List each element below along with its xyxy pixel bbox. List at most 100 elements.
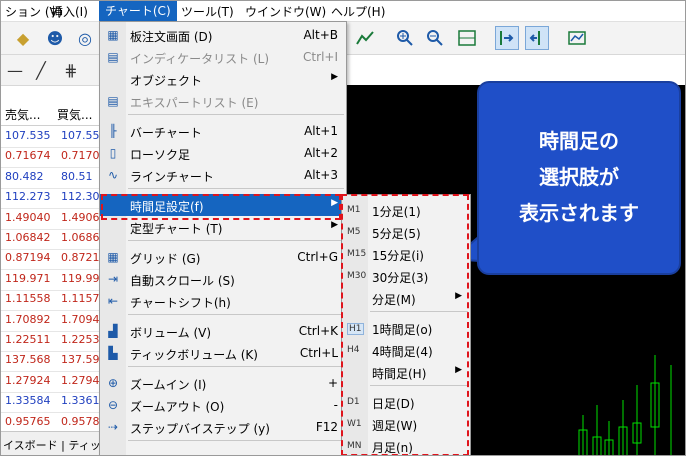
trendline-icon[interactable]: ╱: [29, 58, 53, 82]
buy-price: 137.59: [61, 353, 100, 367]
buy-price: 107.55: [61, 129, 100, 142]
tick-volume-icon: ▙: [108, 346, 118, 360]
drawing-toolbar: — ╱ ⋕: [1, 55, 101, 86]
callout-bubble: 時間足の 選択肢が 表示されます: [477, 81, 681, 275]
sell-price: 1.06842: [5, 231, 51, 244]
chart-menu-item[interactable]: ▙ ティックボリューム (K) Ctrl+L: [100, 342, 346, 364]
chart-menu-item-label: オブジェクト: [130, 74, 203, 88]
line-chart-icon: ∿: [107, 168, 119, 182]
chart-menu-item[interactable]: ▯ ローソク足 Alt+2: [100, 142, 346, 164]
chart-menu-item-label: チャートシフト(h): [130, 296, 231, 310]
menu-window[interactable]: ウインドウ(W): [245, 3, 326, 20]
zoom-out-icon[interactable]: [423, 26, 447, 50]
chart-menu-item[interactable]: ⊖ ズームアウト (O) -: [100, 394, 346, 416]
market-watch-tabs[interactable]: イスボード | ティック: [1, 431, 101, 455]
chart-menu-item-shortcut: Ctrl+G: [297, 250, 338, 264]
chart-menu-item-label: インディケータリスト (L): [130, 52, 270, 66]
buy-price: 1.3361: [61, 394, 100, 408]
chart-menu-item-shortcut: Alt+1: [304, 124, 338, 138]
bar-chart-icon: ╟: [109, 124, 117, 138]
tile-windows-icon[interactable]: [455, 26, 479, 50]
buy-price: 1.4906: [61, 210, 100, 224]
sell-price: 1.27924: [5, 373, 51, 387]
chart-menu-item-label: ラインチャート: [130, 170, 214, 184]
chart-menu-item: ▤ インディケータリスト (L) Ctrl+I: [100, 46, 346, 68]
chart-menu-item[interactable]: ∿ ラインチャート Alt+3: [100, 164, 346, 186]
market-watch-tabs-label[interactable]: イスボード | ティック: [3, 437, 101, 455]
sell-price: 107.535: [5, 129, 51, 142]
crosshair-icon[interactable]: —: [3, 58, 27, 82]
menu-separator: [128, 366, 344, 367]
sell-column-header[interactable]: 売気...: [5, 106, 40, 123]
app-window: ション (V) 挿入(I) チャート(C) ツール(T) ウインドウ(W) ヘル…: [0, 0, 686, 456]
buy-price: 0.9578: [61, 414, 100, 428]
menu-help[interactable]: ヘルプ(H): [331, 3, 385, 20]
buy-column-header[interactable]: 買気...: [57, 106, 92, 123]
buy-price: 1.1157: [61, 292, 100, 306]
chart-menu-item-label: ボリューム (V): [130, 326, 212, 340]
buy-price: 0.8721: [61, 251, 100, 265]
sell-price: 1.49040: [5, 210, 51, 224]
chart-menu-item[interactable]: ⇢ ステップバイステップ (y) F12: [100, 416, 346, 438]
buy-price: 112.30: [61, 190, 100, 204]
chart-menu-item[interactable]: オブジェクト ▶: [100, 68, 346, 90]
chart-menu-item-label: ズームアウト (O): [130, 400, 225, 414]
submenu-arrow-icon: ▶: [331, 220, 338, 230]
menu-separator: [128, 240, 344, 241]
menu-separator: [128, 114, 344, 115]
chart-menu-item[interactable]: ⇤ チャートシフト(h): [100, 290, 346, 312]
menu-insert[interactable]: 挿入(I): [51, 3, 88, 20]
sell-price: 112.273: [5, 190, 51, 204]
chart-menu-item-shortcut: Ctrl+L: [299, 346, 338, 360]
chart-menu-item: ▤ エキスパートリスト (E): [100, 90, 346, 112]
line-chart-icon[interactable]: [353, 26, 377, 50]
market-watch-header: 売気... 買気...: [1, 101, 101, 126]
expert-list-icon: ▤: [107, 94, 119, 108]
chart-menu-item-shortcut: Alt+B: [303, 28, 338, 42]
gold-icon[interactable]: ◆: [11, 26, 35, 50]
step-icon: ⇢: [107, 420, 119, 434]
sell-price: 1.11558: [5, 292, 51, 306]
chart-menu-item[interactable]: ⊕ ズームイン (I) +: [100, 372, 346, 394]
chart-menu-item[interactable]: ╟ バーチャート Alt+1: [100, 120, 346, 142]
sell-price: 137.568: [5, 353, 51, 367]
menu-separator: [128, 440, 344, 441]
chart-menu-item-shortcut: Alt+3: [304, 168, 338, 182]
highlight-box-submenu: [341, 194, 469, 455]
account-icon[interactable]: ☻: [43, 26, 67, 50]
autoscroll-icon[interactable]: [495, 26, 519, 50]
chart-menu-item-label: ティックボリューム (K): [130, 348, 258, 362]
chart-menu-item[interactable]: ▦ 板注文画面 (D) Alt+B: [100, 24, 346, 46]
menu-bar: ション (V) 挿入(I) チャート(C) ツール(T) ウインドウ(W) ヘル…: [1, 1, 685, 22]
fibonacci-icon[interactable]: ⋕: [59, 58, 83, 82]
template-icon[interactable]: [565, 26, 589, 50]
buy-price: 1.2794: [61, 373, 100, 387]
sell-price: 1.22511: [5, 333, 51, 346]
buy-price: 119.99: [61, 271, 100, 285]
chart-menu-item[interactable]: ▟ ボリューム (V) Ctrl+K: [100, 320, 346, 342]
chart-menu-item-label: 板注文画面 (D): [130, 30, 213, 44]
chart-menu-item-shortcut: Ctrl+K: [298, 324, 338, 338]
sell-price: 119.971: [5, 271, 51, 285]
chart-menu-item-label: バーチャート: [130, 126, 202, 140]
buy-price: 1.0686: [61, 231, 100, 244]
chart-menu-item-label: 定型チャート (T): [130, 222, 223, 236]
callout-line-3: 表示されます: [519, 201, 639, 225]
signal-icon[interactable]: ◎: [73, 26, 97, 50]
chart-menu-item[interactable]: ⇥ 自動スクロール (S): [100, 268, 346, 290]
board-icon: ▦: [107, 28, 119, 42]
chart-menu-item-shortcut: Alt+2: [304, 146, 338, 160]
zoom-in-icon[interactable]: [393, 26, 417, 50]
sell-price: 80.482: [5, 169, 44, 183]
highlight-box-timeframe-item: [101, 194, 341, 220]
sell-price: 1.70892: [5, 312, 51, 326]
callout-text: 時間足の 選択肢が 表示されます: [479, 123, 679, 231]
menu-chart[interactable]: チャート(C): [99, 1, 177, 21]
chart-menu-item[interactable]: ▦ グリッド (G) Ctrl+G: [100, 246, 346, 268]
volume-icon: ▟: [108, 324, 118, 338]
chart-menu: ▦ 板注文画面 (D) Alt+B ▤ インディケータリスト (L) Ctrl+I オブジェ…: [99, 21, 347, 455]
grid-icon: ▦: [107, 250, 119, 264]
chart-menu-item-label: ステップバイステップ (y): [130, 422, 270, 436]
chart-shift-icon[interactable]: [525, 26, 549, 50]
menu-tools[interactable]: ツール(T): [181, 3, 234, 20]
